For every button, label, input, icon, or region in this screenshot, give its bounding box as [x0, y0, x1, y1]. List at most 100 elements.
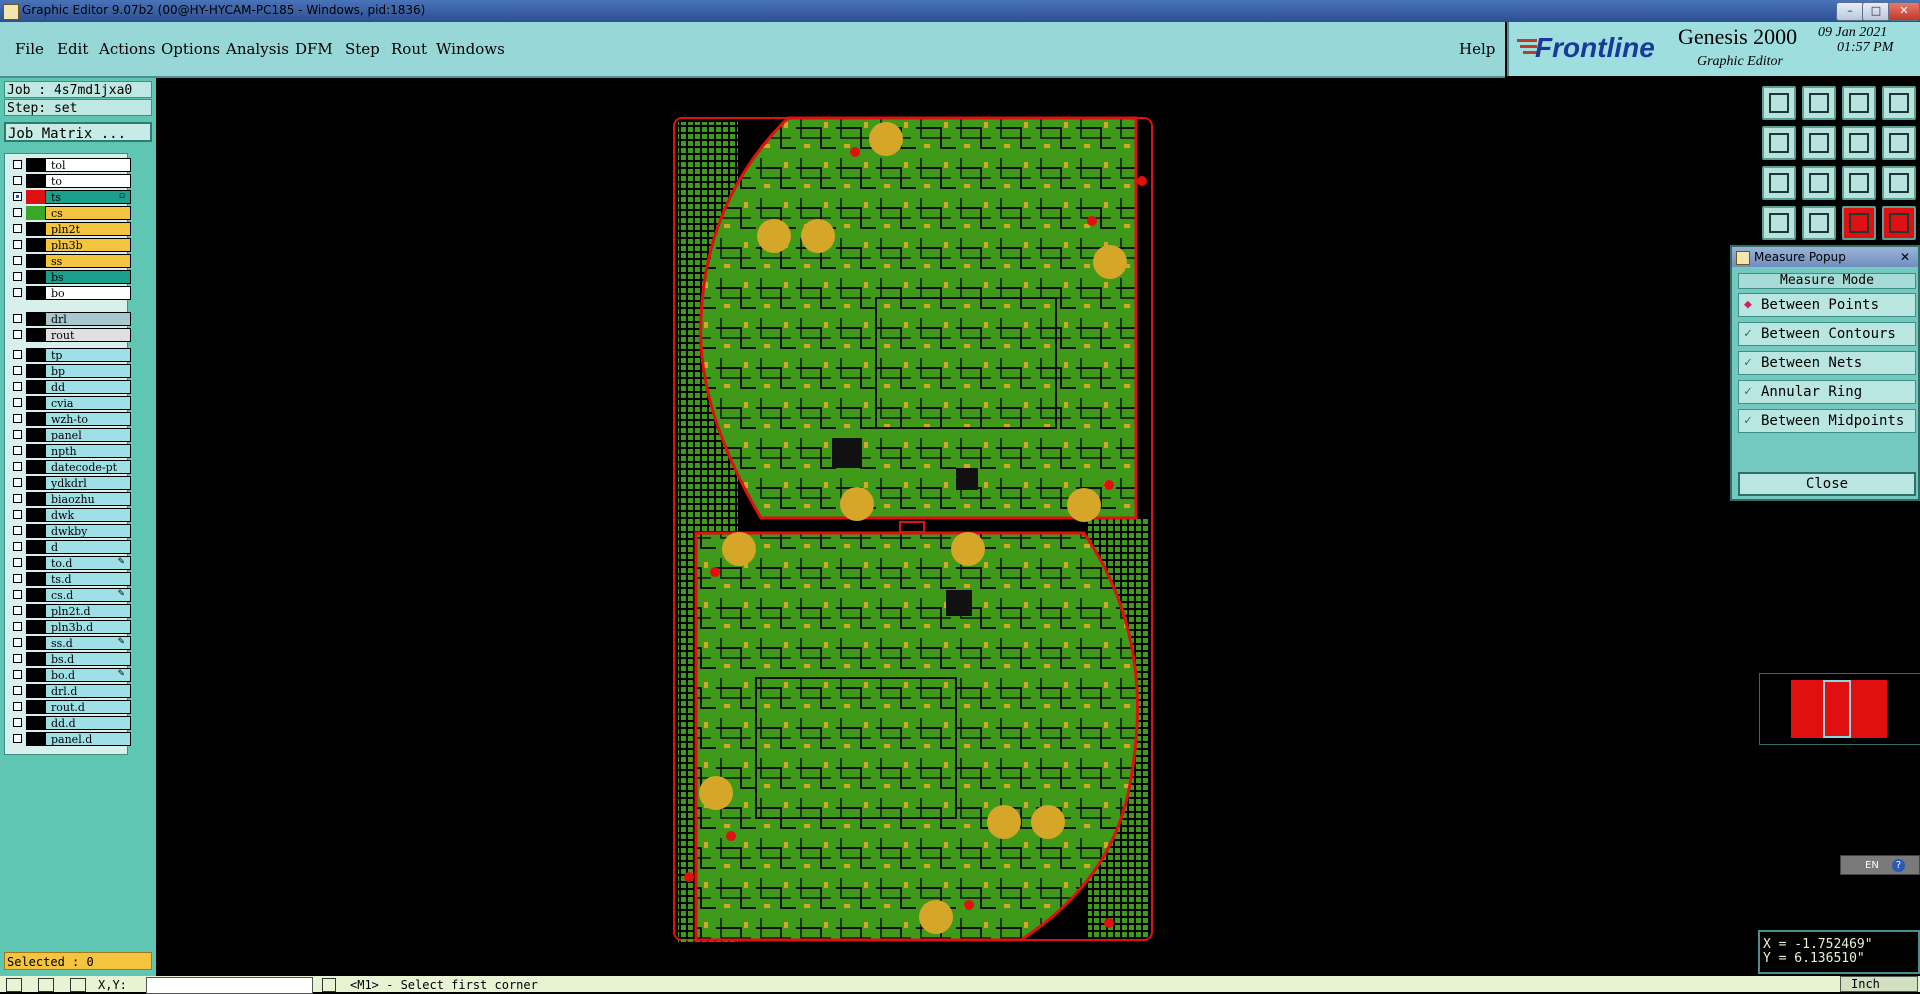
job-matrix-button[interactable]: Job Matrix ... — [4, 122, 152, 142]
layer-row-pln2t[interactable]: pln2t — [9, 222, 131, 236]
overview-panel[interactable] — [1759, 673, 1920, 745]
layer-checkbox[interactable] — [13, 313, 22, 323]
measure-option-annular-ring[interactable]: ✓ Annular Ring — [1738, 380, 1916, 404]
menu-file[interactable]: File — [15, 40, 44, 58]
select-mode-icon[interactable] — [6, 978, 22, 992]
ratio-button[interactable] — [1842, 166, 1876, 200]
layer-checkbox[interactable] — [13, 192, 22, 201]
display-icon[interactable] — [70, 978, 86, 992]
menu-help[interactable]: Help — [1459, 40, 1495, 58]
layer-checkbox[interactable] — [13, 430, 22, 440]
layer-row-dwk[interactable]: dwk — [9, 508, 131, 523]
menu-dfm[interactable]: DFM — [295, 40, 333, 58]
menu-step[interactable]: Step — [345, 40, 380, 58]
layer-checkbox[interactable] — [13, 638, 22, 648]
layer-row-bp[interactable]: bp — [9, 364, 131, 379]
cursor-button[interactable] — [1802, 206, 1836, 240]
layer-row-rout[interactable]: rout — [9, 327, 131, 342]
snap-button[interactable] — [1882, 126, 1916, 160]
layer-row-drl.d[interactable]: drl.d — [9, 684, 131, 699]
layer-row-ts[interactable]: ts ▫ — [9, 190, 131, 204]
redo-button[interactable] — [1842, 126, 1876, 160]
layer-row-datecode-pt[interactable]: datecode-pt — [9, 460, 131, 475]
layer-checkbox[interactable] — [13, 272, 22, 281]
layer-row-tol[interactable]: tol — [9, 158, 131, 172]
layer-row-pln2t.d[interactable]: pln2t.d — [9, 604, 131, 619]
layer-row-cs.d[interactable]: cs.d ✎ — [9, 588, 131, 603]
help-button[interactable] — [1882, 166, 1916, 200]
units-selector[interactable]: Inch — [1840, 976, 1918, 992]
pointer-icon[interactable] — [322, 978, 336, 992]
layer-checkbox[interactable] — [13, 366, 22, 376]
layer-row-bo.d[interactable]: bo.d ✎ — [9, 668, 131, 683]
layer-row-rout.d[interactable]: rout.d — [9, 700, 131, 715]
film-button[interactable] — [1842, 206, 1876, 240]
layer-row-npth[interactable]: npth — [9, 444, 131, 459]
menu-options[interactable]: Options — [161, 40, 220, 58]
layer-row-bs.d[interactable]: bs.d — [9, 652, 131, 667]
layer-checkbox[interactable] — [13, 176, 22, 185]
layer-row-drl[interactable]: drl — [9, 311, 131, 326]
layer-checkbox[interactable] — [13, 590, 22, 600]
graphic-canvas[interactable] — [156, 78, 1758, 976]
home-button[interactable] — [1842, 86, 1876, 120]
layer-row-to[interactable]: to — [9, 174, 131, 188]
layer-row-dd[interactable]: dd — [9, 380, 131, 395]
layer-checkbox[interactable] — [13, 382, 22, 392]
layer-checkbox[interactable] — [13, 462, 22, 472]
layer-checkbox[interactable] — [13, 574, 22, 584]
measure-option-between-points[interactable]: ◆ Between Points — [1738, 293, 1916, 317]
layer-row-tp[interactable]: tp — [9, 348, 131, 363]
layer-checkbox[interactable] — [13, 208, 22, 217]
layer-checkbox[interactable] — [13, 654, 22, 664]
minimize-button[interactable]: – — [1836, 2, 1864, 21]
layer-checkbox[interactable] — [13, 686, 22, 696]
layer-row-pln3b.d[interactable]: pln3b.d — [9, 620, 131, 635]
layer-row-dd.d[interactable]: dd.d — [9, 716, 131, 731]
fit-button[interactable] — [1762, 166, 1796, 200]
layer-checkbox[interactable] — [13, 398, 22, 408]
close-window-button[interactable]: ✕ — [1888, 2, 1920, 21]
layer-checkbox[interactable] — [13, 256, 22, 265]
layer-checkbox[interactable] — [13, 478, 22, 488]
layer-row-pln3b[interactable]: pln3b — [9, 238, 131, 252]
layer-row-panel[interactable]: panel — [9, 428, 131, 443]
menu-actions[interactable]: Actions — [99, 40, 155, 58]
layer-checkbox[interactable] — [13, 510, 22, 520]
layer-checkbox[interactable] — [13, 350, 22, 360]
layer-checkbox[interactable] — [13, 494, 22, 504]
layer-row-ts.d[interactable]: ts.d — [9, 572, 131, 587]
layer-row-cvia[interactable]: cvia — [9, 396, 131, 411]
layer-checkbox[interactable] — [13, 670, 22, 680]
layer-row-dwkby[interactable]: dwkby — [9, 524, 131, 539]
layer-checkbox[interactable] — [13, 446, 22, 456]
layer-checkbox[interactable] — [13, 558, 22, 568]
menu-windows[interactable]: Windows — [436, 40, 505, 58]
layer-row-biaozhu[interactable]: biaozhu — [9, 492, 131, 507]
layer-checkbox[interactable] — [13, 288, 22, 297]
layer-row-ydkdrl[interactable]: ydkdrl — [9, 476, 131, 491]
layer-checkbox[interactable] — [13, 224, 22, 233]
ime-indicator[interactable]: EN ? — [1840, 855, 1920, 875]
check-icon[interactable] — [38, 978, 54, 992]
layer-row-bo[interactable]: bo — [9, 286, 131, 300]
layer-checkbox[interactable] — [13, 622, 22, 632]
layer-checkbox[interactable] — [13, 542, 22, 552]
measure-option-between-contours[interactable]: ✓ Between Contours — [1738, 322, 1916, 346]
layer-row-wzh-to[interactable]: wzh-to — [9, 412, 131, 427]
menu-analysis[interactable]: Analysis — [226, 40, 289, 58]
measure-option-between-midpoints[interactable]: ✓ Between Midpoints — [1738, 409, 1916, 433]
layer-row-cs[interactable]: cs — [9, 206, 131, 220]
close-popup-icon[interactable]: ✕ — [1900, 247, 1910, 267]
save-button[interactable] — [1762, 86, 1796, 120]
layer-checkbox[interactable] — [13, 414, 22, 424]
step-in-button[interactable] — [1762, 126, 1796, 160]
film2-button[interactable] — [1882, 206, 1916, 240]
layer-checkbox[interactable] — [13, 160, 22, 169]
step-out-button[interactable] — [1802, 126, 1836, 160]
xy-input[interactable] — [146, 977, 313, 994]
measure-button[interactable] — [1762, 206, 1796, 240]
layer-row-bs[interactable]: bs — [9, 270, 131, 284]
layer-checkbox[interactable] — [13, 240, 22, 249]
layout-button[interactable] — [1882, 86, 1916, 120]
